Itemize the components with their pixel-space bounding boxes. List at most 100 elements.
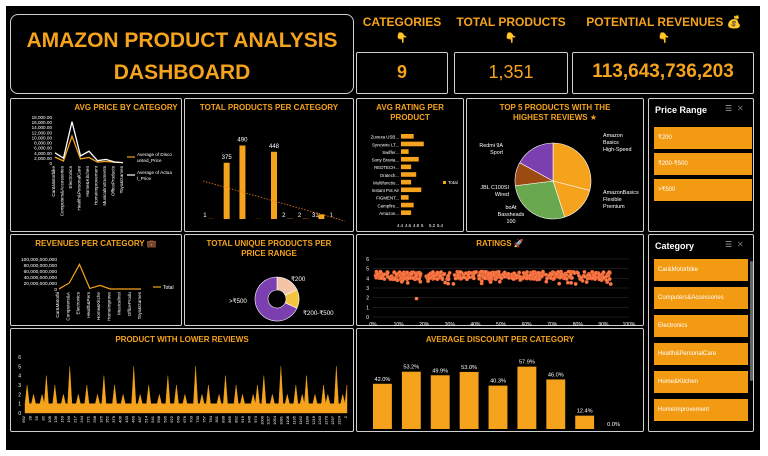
data-label: 40.3%: [490, 379, 506, 385]
y-tick-label: 4,000.00: [34, 151, 52, 156]
y-tick-label: Sony Bravia...: [372, 158, 399, 163]
legend-label: Average of Disco: [137, 152, 172, 157]
money-bag-icon: 💰: [726, 15, 742, 29]
y-tick-label: 5: [18, 364, 21, 370]
slicer-scrollbar[interactable]: [750, 261, 753, 381]
x-tick-label: 325: [98, 415, 103, 422]
x-tick-label: 919: [240, 415, 245, 422]
y-tick-label: 8,000.00: [34, 141, 52, 146]
x-tick-label: 460: [130, 415, 135, 422]
x-tick-label: 5.4: [437, 223, 444, 228]
x-tick-label: 1135: [291, 415, 296, 424]
slicer-item-price[interactable]: ₹200-₹500: [654, 153, 752, 175]
slice-label: boAt: [505, 205, 517, 211]
y-tick-label: FIGMENT...: [376, 196, 399, 201]
x-tick-label: 244: [79, 415, 84, 422]
y-tick-label: 60,000,000,000: [24, 269, 58, 275]
x-tick-label: Toys&Games: [137, 291, 142, 319]
slicer-item-category[interactable]: Electronics: [654, 315, 748, 337]
scatter-point: [462, 275, 467, 280]
y-tick-label: 2,000.00: [34, 156, 52, 161]
scatter-point: [456, 275, 460, 280]
scatter-point: [427, 276, 432, 281]
y-tick-label: Zuvexa USB...: [371, 135, 399, 140]
clear-filter-icon[interactable]: ✕: [737, 104, 744, 113]
x-tick-label: 1270: [324, 415, 329, 425]
scatter-point: [511, 277, 516, 281]
x-tick-label: 973: [253, 415, 258, 422]
slicer-item-price[interactable]: ₹200: [654, 127, 752, 149]
scatter-point: [488, 276, 493, 281]
bar: [488, 385, 508, 429]
scatter-point: [430, 270, 435, 274]
x-tick-label: 1081: [279, 415, 284, 425]
data-label: 2: [282, 213, 286, 219]
avg-price-chart: 02,000.004,000.006,000.008,000.0010,000.…: [32, 115, 173, 216]
scatter-point: [518, 276, 523, 281]
slice-label: ₹200: [291, 276, 306, 283]
scatter-point: [405, 270, 410, 275]
multi-select-icon[interactable]: ☰: [725, 240, 732, 249]
slicer-item-category[interactable]: Computers&Accessories: [654, 287, 748, 309]
x-tick-label: Electronics: [68, 165, 73, 188]
data-label: 490: [237, 138, 248, 144]
data-label: 46.0%: [548, 372, 564, 378]
scatter-point: [446, 273, 451, 278]
total-products-panel: TOTAL PRODUCTS PER CATEGORY 1 375 490 448 2 2…: [184, 98, 354, 232]
data-label: 53.2%: [403, 365, 419, 371]
clear-filter-icon[interactable]: ✕: [737, 240, 744, 249]
scatter-point: [400, 278, 405, 283]
legend-label: Total: [163, 285, 174, 291]
x-tick-label: 55: [34, 415, 39, 420]
x-tick-label: 1324: [337, 415, 342, 425]
data-label: 448: [269, 144, 280, 150]
scatter-point: [544, 279, 549, 284]
area-series: [24, 366, 348, 414]
kpi-revenues-card: 113,643,736,203: [572, 52, 754, 94]
bar: [401, 179, 412, 185]
scatter-point: [502, 270, 507, 275]
bar: [401, 156, 419, 162]
x-tick-label: 865: [227, 415, 232, 422]
scatter-point: [590, 275, 595, 280]
x-tick-label: Home&Kitche: [96, 292, 101, 321]
x-tick-label: 541: [150, 415, 155, 422]
data-label: 12.4%: [577, 409, 593, 415]
y-tick-label: 0: [49, 161, 52, 166]
top5-panel: TOP 5 PRODUCTS WITH THE HIGHEST REVIEWS …: [466, 98, 644, 232]
top5-pie-chart: AmazonBasicsHigh-SpeedAmazonBasicsFlexib…: [479, 133, 639, 225]
multi-select-icon[interactable]: ☰: [725, 104, 732, 113]
scatter-point: [584, 280, 589, 285]
bar: [373, 383, 392, 429]
x-tick-label: 4.6: [405, 223, 412, 228]
y-tick-label: 20,000,000,000: [24, 281, 58, 287]
x-tick-label: Electronics: [76, 291, 81, 314]
scatter-point: [414, 296, 419, 301]
scatter-point: [438, 273, 443, 278]
bar: [401, 164, 412, 170]
slicer-item-category[interactable]: Health&PersonalCare: [654, 343, 748, 365]
x-tick-label: MusicalInstruments: [102, 165, 107, 205]
y-tick-label: Amazon...: [379, 211, 399, 216]
scatter-point: [409, 272, 414, 277]
slicer-item-category[interactable]: Home&Kitchen: [654, 371, 748, 393]
y-tick-label: 2: [18, 392, 21, 398]
x-tick-label: 163: [60, 415, 65, 422]
scatter-point: [466, 272, 471, 277]
x-tick-label: HomeImprovement: [94, 165, 99, 205]
scatter-point: [458, 269, 463, 274]
x-tick-label: OfficeProducts: [111, 165, 116, 196]
y-tick-label: REDTECH...: [374, 165, 399, 170]
bar: [401, 195, 409, 200]
slicer-item-category[interactable]: Car&Motorbike: [654, 259, 748, 281]
x-tick-label: 406: [118, 415, 123, 422]
legend-swatch: [443, 181, 446, 184]
title-panel: AMAZON PRODUCT ANALYSIS DASHBOARD: [10, 14, 354, 94]
slicer-item-price[interactable]: >₹500: [654, 179, 752, 201]
x-tick-label: Health&Pers: [86, 291, 91, 317]
x-tick-label: 1189: [304, 415, 309, 424]
bar: [401, 141, 424, 147]
slicer-item-category[interactable]: HomeImprovement: [654, 399, 748, 421]
kpi-categories-title: CATEGORIES 👇: [356, 15, 448, 44]
y-tick-label: 0: [366, 315, 369, 321]
